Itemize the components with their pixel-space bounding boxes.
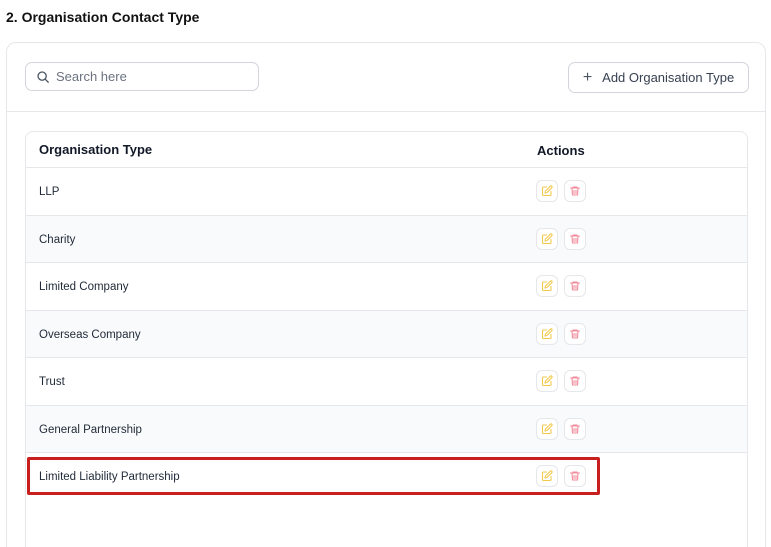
add-organisation-type-button[interactable]: + Add Organisation Type xyxy=(568,62,749,93)
column-header-actions: Actions xyxy=(537,143,585,158)
delete-button[interactable] xyxy=(564,322,586,345)
trash-icon xyxy=(569,281,581,291)
edit-button[interactable] xyxy=(536,417,558,440)
row-actions xyxy=(536,227,586,250)
search-box[interactable] xyxy=(25,62,259,91)
trash-icon xyxy=(569,471,581,481)
row-actions xyxy=(536,417,586,440)
organisation-type-name: Overseas Company xyxy=(39,328,141,341)
row-actions xyxy=(536,322,586,345)
trash-icon xyxy=(569,186,581,196)
table-row: General Partnership xyxy=(26,405,747,453)
table-row: Limited Company xyxy=(26,263,747,311)
organisation-type-panel: + Add Organisation Type Organisation Typ… xyxy=(6,42,766,547)
delete-button[interactable] xyxy=(564,417,586,440)
edit-icon xyxy=(541,422,553,434)
edit-button[interactable] xyxy=(536,275,558,297)
delete-button[interactable] xyxy=(564,370,586,392)
row-actions xyxy=(536,465,586,487)
trash-icon xyxy=(569,376,581,386)
edit-button[interactable] xyxy=(536,322,558,345)
table-row: LLP xyxy=(26,168,747,216)
add-organisation-type-label: Add Organisation Type xyxy=(602,70,735,85)
search-icon xyxy=(37,70,49,83)
edit-button[interactable] xyxy=(536,227,558,250)
edit-icon xyxy=(541,185,553,197)
column-header-organisation-type: Organisation Type xyxy=(39,142,153,157)
table-row: Charity xyxy=(26,215,747,263)
edit-icon xyxy=(541,232,553,244)
edit-button[interactable] xyxy=(536,370,558,392)
delete-button[interactable] xyxy=(564,227,586,250)
table-row: Overseas Company xyxy=(26,310,747,358)
section-title: 2. Organisation Contact Type xyxy=(6,9,200,25)
organisation-type-name: General Partnership xyxy=(39,423,142,436)
trash-icon xyxy=(569,233,581,244)
toolbar: + Add Organisation Type xyxy=(7,43,765,112)
edit-button[interactable] xyxy=(536,465,558,487)
table-header: Organisation Type Actions xyxy=(26,132,747,168)
delete-button[interactable] xyxy=(564,465,586,487)
delete-button[interactable] xyxy=(564,180,586,202)
row-actions xyxy=(536,370,586,392)
table-row: Trust xyxy=(26,358,747,406)
organisation-type-name: Limited Liability Partnership xyxy=(39,471,180,483)
table-row: Limited Liability Partnership xyxy=(26,453,747,501)
edit-icon xyxy=(541,280,553,292)
search-input[interactable] xyxy=(56,69,246,84)
edit-icon xyxy=(541,470,553,482)
plus-icon: + xyxy=(582,68,593,86)
organisation-type-name: Limited Company xyxy=(39,281,129,293)
delete-button[interactable] xyxy=(564,275,586,297)
edit-icon xyxy=(541,327,553,339)
trash-icon xyxy=(569,328,581,339)
organisation-type-name: Charity xyxy=(39,233,76,246)
organisation-type-name: Trust xyxy=(39,376,65,388)
edit-icon xyxy=(541,375,553,387)
trash-icon xyxy=(569,423,581,434)
organisation-type-name: LLP xyxy=(39,186,60,198)
edit-button[interactable] xyxy=(536,180,558,202)
table-body: LLP Charity Limited Company Overseas Com… xyxy=(26,168,747,501)
row-actions xyxy=(536,180,586,202)
organisation-type-table: Organisation Type Actions LLP Charity Li… xyxy=(25,131,748,547)
row-actions xyxy=(536,275,586,297)
